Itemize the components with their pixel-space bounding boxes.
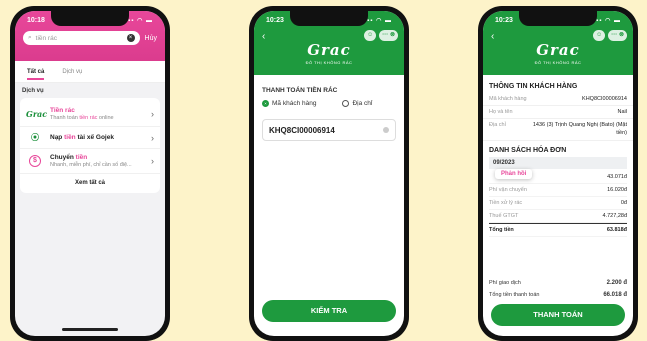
- grac-logo: Grac: [536, 41, 580, 59]
- service-title: Tiền rác: [50, 107, 75, 114]
- service-item-grac[interactable]: Grac Tiền rác Thanh toán tiền rác online…: [20, 102, 160, 127]
- status-time: 10:23: [266, 16, 284, 24]
- bill-row: Phí vận chuyển 16.020đ: [489, 184, 627, 198]
- search-icon: ⌕: [28, 34, 32, 41]
- grac-logo: Grac: [307, 41, 351, 59]
- bill-list-title: DANH SÁCH HÓA ĐƠN: [489, 147, 567, 155]
- more-close-icon[interactable]: ··· ⊗: [379, 30, 398, 41]
- service-subtitle: Thanh toán tiền rác online: [50, 115, 114, 121]
- customer-info-title: THÔNG TIN KHÁCH HÀNG: [489, 83, 578, 90]
- service-title: Chuyển tiền: [50, 154, 88, 161]
- service-subtitle: Nhanh, miễn phí, chỉ cần số điệ...: [50, 162, 132, 168]
- grac-logo-icon: Grac: [26, 109, 48, 119]
- signal-icon: ▪▪ ◠ ▬: [367, 17, 392, 24]
- logo-tagline: ĐÔ THỊ KHÔNG RÁC: [534, 60, 582, 65]
- search-input[interactable]: ⌕ tiền rác ×: [23, 31, 140, 45]
- phone-payment-screen: 10:23 ▪▪ ◠ ▬ ‹ ☺ ··· ⊗ Grac ĐÔ THỊ KHÔNG…: [249, 6, 409, 341]
- grand-total-row: Tổng tiền thanh toán 66.018 đ: [489, 292, 627, 298]
- back-arrow-icon[interactable]: ‹: [491, 31, 494, 42]
- screen: 10:23 ▪▪ ◠ ▬ ‹ ☺ ··· ⊗ Grac ĐÔ THỊ KHÔNG…: [254, 11, 404, 336]
- info-row: Địa chỉ 1436 (3) Trịnh Quang Nghị (Bato) …: [483, 119, 633, 142]
- service-item-transfer[interactable]: $ Chuyển tiền Nhanh, miễn phí, chỉ cần s…: [20, 149, 160, 174]
- bill-details: 43.071đ Phí vận chuyển 16.020đ Tiền xử lý…: [483, 169, 633, 239]
- service-item-gojek[interactable]: ⦿ Nạp tiền tài xế Gojek ›: [20, 127, 160, 149]
- money-transfer-icon: $: [29, 155, 41, 167]
- section-label: Dịch vụ: [22, 88, 44, 94]
- game-icon[interactable]: ☺: [364, 30, 377, 41]
- radio-selected-icon: [262, 100, 269, 107]
- logo-tagline: ĐÔ THỊ KHÔNG RÁC: [305, 60, 353, 65]
- chevron-right-icon: ›: [151, 109, 154, 119]
- check-button[interactable]: KIỂM TRA: [262, 300, 396, 322]
- signal-icon: ▪▪ ◠ ▬: [128, 17, 153, 24]
- home-indicator: [62, 328, 118, 331]
- search-bar: ⌕ tiền rác × Hủy: [15, 31, 165, 45]
- more-close-icon[interactable]: ··· ⊗: [608, 30, 627, 41]
- status-time: 10:23: [495, 16, 513, 24]
- tab-services[interactable]: Dịch vụ: [62, 69, 82, 75]
- info-row: Họ và tên Nail: [483, 106, 633, 119]
- services-card: Grac Tiền rác Thanh toán tiền rác online…: [20, 98, 160, 193]
- fee-row: Phí giao dịch 2.200 đ: [489, 280, 627, 286]
- section-title: THANH TOÁN TIỀN RÁC: [262, 87, 338, 94]
- search-text: tiền rác: [35, 34, 57, 42]
- notch: [51, 11, 129, 26]
- chevron-right-icon: ›: [151, 132, 154, 143]
- info-row: Mã khách hàng KHQ8CI00006914: [483, 93, 633, 106]
- feedback-button[interactable]: Phản hồi: [495, 169, 533, 180]
- bill-month[interactable]: 09/2023: [489, 157, 627, 170]
- game-icon[interactable]: ☺: [593, 30, 606, 41]
- bill-total-row: Tổng tiền 63.818đ: [489, 223, 627, 238]
- see-all-link[interactable]: Xem tất cả: [20, 174, 160, 189]
- screen: 10:18 ▪▪ ◠ ▬ ⌕ tiền rác × Hủy Tất cả Dịc…: [15, 11, 165, 336]
- tab-all[interactable]: Tất cả: [27, 69, 45, 80]
- clear-icon[interactable]: ×: [126, 34, 135, 42]
- radio-empty-icon: [342, 100, 350, 107]
- cancel-button[interactable]: Hủy: [145, 35, 157, 42]
- bill-row: Thuế GTGT 4.727,28đ: [489, 210, 627, 224]
- service-title: Nạp tiền tài xế Gojek: [50, 134, 114, 141]
- radio-address[interactable]: Địa chỉ: [342, 100, 372, 107]
- header-controls: ☺ ··· ⊗: [593, 30, 627, 41]
- gojek-icon: ⦿: [31, 133, 39, 142]
- radio-customer-code[interactable]: Mã khách hàng: [262, 100, 316, 107]
- customer-code-input[interactable]: KHQ8CI00006914: [262, 119, 396, 141]
- signal-icon: ▪▪ ◠ ▬: [596, 17, 621, 24]
- notch: [290, 11, 368, 26]
- clear-icon[interactable]: [383, 127, 389, 133]
- lookup-type-radios: Mã khách hàng Địa chỉ: [254, 98, 404, 109]
- chevron-right-icon: ›: [151, 156, 154, 166]
- bill-row: Tiền xử lý rác 0đ: [489, 197, 627, 211]
- phone-search-screen: 10:18 ▪▪ ◠ ▬ ⌕ tiền rác × Hủy Tất cả Dịc…: [10, 6, 170, 341]
- pay-button[interactable]: THANH TOÁN: [491, 304, 625, 326]
- phone-bill-screen: 10:23 ▪▪ ◠ ▬ ‹ ☺ ··· ⊗ Grac ĐÔ THỊ KHÔNG…: [478, 6, 638, 341]
- status-time: 10:18: [27, 16, 45, 24]
- header-controls: ☺ ··· ⊗: [364, 30, 398, 41]
- tabs: Tất cả Dịch vụ: [15, 61, 165, 83]
- screen: 10:23 ▪▪ ◠ ▬ ‹ ☺ ··· ⊗ Grac ĐÔ THỊ KHÔNG…: [483, 11, 633, 336]
- notch: [519, 11, 597, 26]
- back-arrow-icon[interactable]: ‹: [262, 31, 265, 42]
